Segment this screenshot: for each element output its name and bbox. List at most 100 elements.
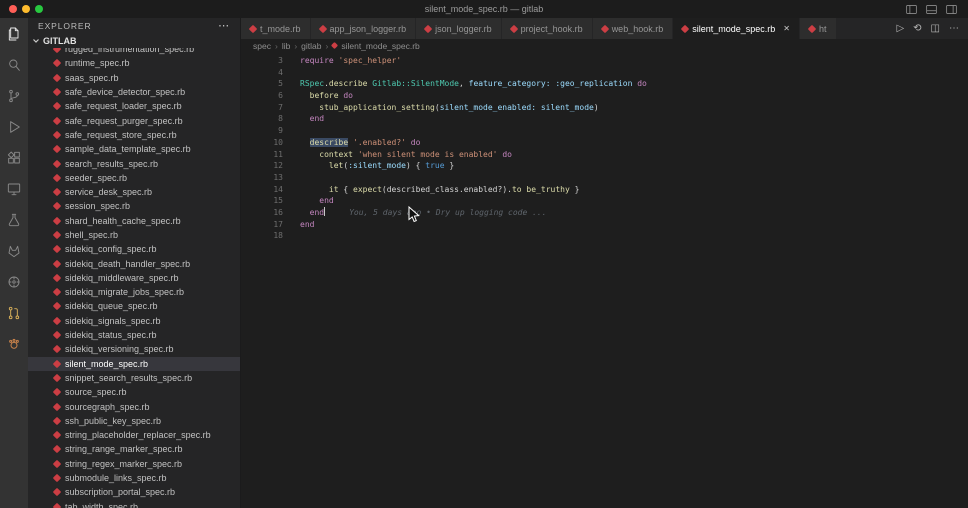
tab-t_mode.rb[interactable]: t_mode.rb (241, 18, 311, 39)
file-item[interactable]: shell_spec.rb (28, 228, 240, 242)
gitlab-icon[interactable] (3, 240, 25, 262)
tab-web_hook.rb[interactable]: web_hook.rb (593, 18, 674, 39)
code-line[interactable]: 18 (241, 230, 968, 242)
file-item[interactable]: saas_spec.rb (28, 71, 240, 85)
file-item[interactable]: ssh_public_key_spec.rb (28, 414, 240, 428)
file-item[interactable]: sidekiq_signals_spec.rb (28, 314, 240, 328)
run-icon[interactable]: ▷ (896, 24, 904, 34)
file-name: tab_width_spec.rb (65, 502, 138, 508)
code-line[interactable]: 13 (241, 172, 968, 184)
file-item[interactable]: search_results_spec.rb (28, 156, 240, 170)
breadcrumb-item[interactable]: gitlab (301, 41, 321, 51)
minimize-window-button[interactable] (22, 5, 30, 13)
explorer-more-actions-icon[interactable]: ⋯ (218, 21, 230, 32)
ruby-file-icon (331, 42, 338, 49)
project-section-header[interactable]: GITLAB (28, 34, 240, 48)
file-item[interactable]: silent_mode_spec.rb (28, 357, 240, 371)
file-item[interactable]: sidekiq_migrate_jobs_spec.rb (28, 285, 240, 299)
code-line[interactable]: 16 endYou, 5 days ago • Dry up logging c… (241, 207, 968, 219)
file-item[interactable]: sidekiq_death_handler_spec.rb (28, 256, 240, 270)
remote-explorer-icon[interactable] (3, 178, 25, 200)
code-line[interactable]: 6 before do (241, 90, 968, 102)
file-item[interactable]: rugged_instrumentation_spec.rb (28, 48, 240, 56)
code-editor[interactable]: 3require 'spec_helper'45RSpec.describe G… (241, 52, 968, 508)
code-line[interactable]: 5RSpec.describe Gitlab::SilentMode, feat… (241, 78, 968, 90)
line-text: describe '.enabled?' do (300, 137, 420, 149)
file-item[interactable]: service_desk_spec.rb (28, 185, 240, 199)
more-actions-icon[interactable]: ⋯ (949, 24, 959, 34)
file-item[interactable]: sidekiq_queue_spec.rb (28, 299, 240, 313)
file-item[interactable]: sidekiq_middleware_spec.rb (28, 271, 240, 285)
explorer-icon[interactable] (3, 23, 25, 45)
code-line[interactable]: 17end (241, 219, 968, 231)
ruby-file-icon (53, 131, 61, 139)
file-item[interactable]: sidekiq_status_spec.rb (28, 328, 240, 342)
tab-ht[interactable]: ht (800, 18, 837, 39)
tab-json_logger.rb[interactable]: json_logger.rb (416, 18, 502, 39)
file-item[interactable]: sample_data_template_spec.rb (28, 142, 240, 156)
file-item[interactable]: sidekiq_versioning_spec.rb (28, 342, 240, 356)
code-line[interactable]: 15 end (241, 195, 968, 207)
toggle-sidebar-icon[interactable] (905, 3, 918, 16)
ruby-file-icon (318, 24, 326, 32)
file-item[interactable]: tab_width_spec.rb (28, 500, 240, 508)
file-item[interactable]: session_spec.rb (28, 199, 240, 213)
code-line[interactable]: 4 (241, 67, 968, 79)
ruby-file-icon (53, 145, 61, 153)
pull-request-icon[interactable] (3, 302, 25, 324)
split-editor-icon[interactable]: ◫ (931, 24, 940, 34)
code-line[interactable]: 9 (241, 125, 968, 137)
code-line[interactable]: 14 it { expect(described_class.enabled?)… (241, 184, 968, 196)
file-item[interactable]: string_regex_marker_spec.rb (28, 457, 240, 471)
zoom-window-button[interactable] (35, 5, 43, 13)
code-line[interactable]: 8 end (241, 113, 968, 125)
testing-icon[interactable] (3, 209, 25, 231)
file-item[interactable]: string_placeholder_replacer_spec.rb (28, 428, 240, 442)
run-debug-icon[interactable] (3, 116, 25, 138)
line-number: 18 (241, 230, 300, 242)
text-cursor (324, 207, 325, 216)
ruby-file-icon (509, 24, 517, 32)
kubernetes-icon[interactable] (3, 271, 25, 293)
code-line[interactable]: 11 context 'when silent mode is enabled'… (241, 149, 968, 161)
file-item[interactable]: string_range_marker_spec.rb (28, 442, 240, 456)
file-name: string_placeholder_replacer_spec.rb (65, 430, 211, 440)
history-icon[interactable]: ⟲ (913, 24, 921, 34)
close-tab-icon[interactable]: ✕ (783, 24, 790, 33)
source-control-icon[interactable] (3, 85, 25, 107)
file-item[interactable]: safe_request_loader_spec.rb (28, 99, 240, 113)
toggle-panel-icon[interactable] (925, 3, 938, 16)
search-icon[interactable] (3, 54, 25, 76)
file-item[interactable]: runtime_spec.rb (28, 56, 240, 70)
file-item[interactable]: submodule_links_spec.rb (28, 471, 240, 485)
file-item[interactable]: safe_request_store_spec.rb (28, 128, 240, 142)
file-item[interactable]: safe_device_detector_spec.rb (28, 85, 240, 99)
breadcrumb-item[interactable]: spec (253, 41, 271, 51)
line-number: 5 (241, 78, 300, 90)
file-item[interactable]: snippet_search_results_spec.rb (28, 371, 240, 385)
file-item[interactable]: shard_health_cache_spec.rb (28, 214, 240, 228)
line-number: 8 (241, 113, 300, 125)
file-item[interactable]: seeder_spec.rb (28, 171, 240, 185)
tab-app_json_logger.rb[interactable]: app_json_logger.rb (311, 18, 417, 39)
ruby-file-icon (53, 359, 61, 367)
code-line[interactable]: 3require 'spec_helper' (241, 55, 968, 67)
file-name: ssh_public_key_spec.rb (65, 416, 161, 426)
file-item[interactable]: sourcegraph_spec.rb (28, 399, 240, 413)
code-line[interactable]: 7 stub_application_setting(silent_mode_e… (241, 102, 968, 114)
gitlab-duo-icon[interactable] (3, 333, 25, 355)
file-item[interactable]: safe_request_purger_spec.rb (28, 113, 240, 127)
code-line[interactable]: 12 let(:silent_mode) { true } (241, 160, 968, 172)
tab-project_hook.rb[interactable]: project_hook.rb (502, 18, 593, 39)
tab-silent_mode_spec.rb[interactable]: silent_mode_spec.rb✕ (673, 18, 800, 39)
close-window-button[interactable] (9, 5, 17, 13)
ruby-file-icon (53, 245, 61, 253)
code-line[interactable]: 10 describe '.enabled?' do (241, 137, 968, 149)
breadcrumb-item[interactable]: silent_mode_spec.rb (341, 41, 419, 51)
file-item[interactable]: sidekiq_config_spec.rb (28, 242, 240, 256)
file-item[interactable]: source_spec.rb (28, 385, 240, 399)
breadcrumb-item[interactable]: lib (282, 41, 291, 51)
toggle-secondary-sidebar-icon[interactable] (945, 3, 958, 16)
file-item[interactable]: subscription_portal_spec.rb (28, 485, 240, 499)
extensions-icon[interactable] (3, 147, 25, 169)
